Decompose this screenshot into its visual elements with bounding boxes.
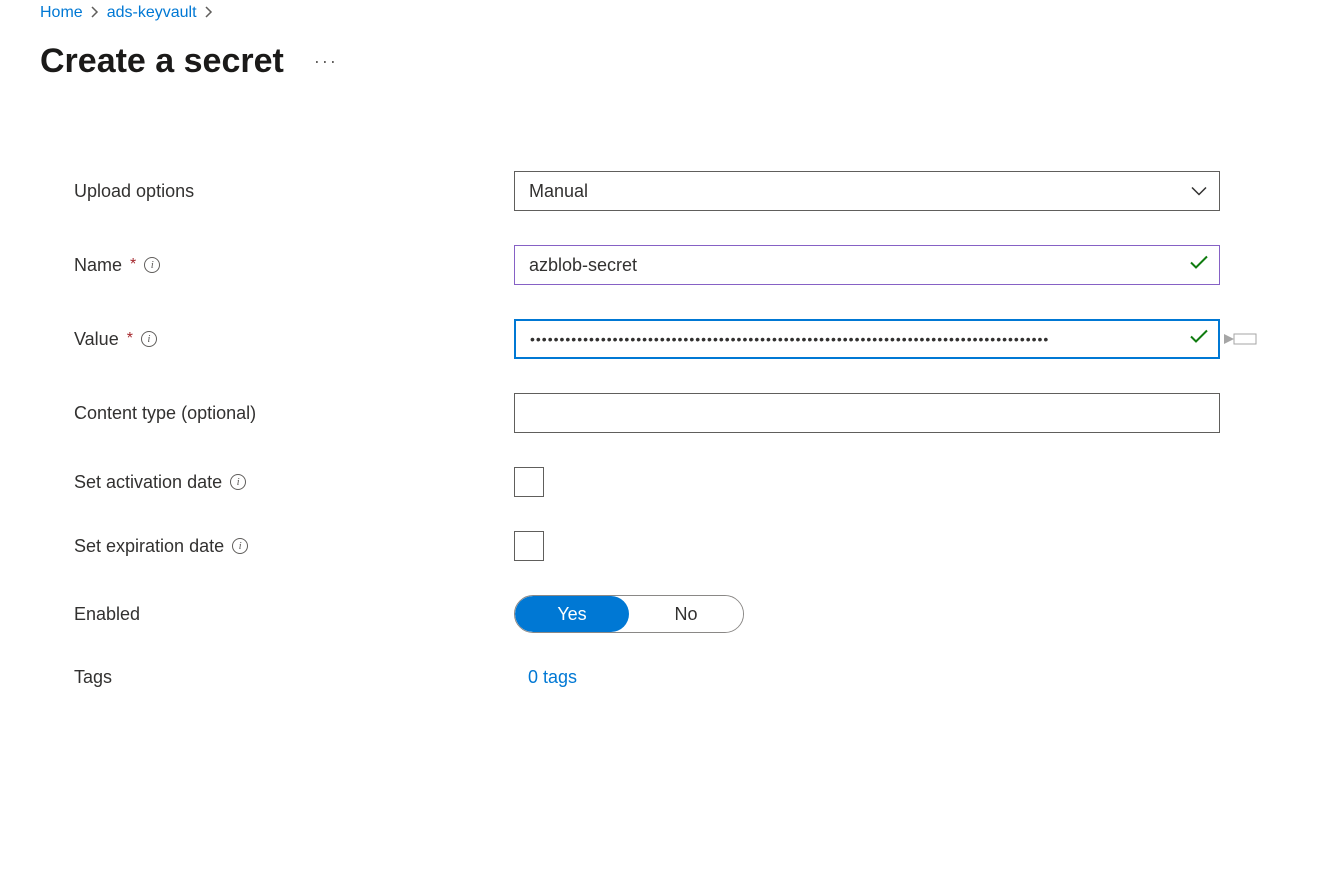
name-input[interactable] bbox=[514, 245, 1220, 285]
info-icon[interactable]: i bbox=[141, 331, 157, 347]
enabled-label: Enabled bbox=[74, 604, 140, 625]
info-icon[interactable]: i bbox=[144, 257, 160, 273]
upload-options-label: Upload options bbox=[74, 181, 194, 202]
arrow-left-icon bbox=[1224, 331, 1258, 347]
breadcrumb: Home ads-keyvault bbox=[40, 4, 1277, 22]
chevron-right-icon bbox=[205, 5, 213, 21]
activation-date-label: Set activation date bbox=[74, 472, 222, 493]
value-input[interactable] bbox=[514, 319, 1220, 359]
content-type-label: Content type (optional) bbox=[74, 403, 256, 424]
activation-date-checkbox[interactable] bbox=[514, 467, 544, 497]
chevron-right-icon bbox=[91, 5, 99, 21]
required-icon: * bbox=[130, 256, 136, 274]
breadcrumb-keyvault[interactable]: ads-keyvault bbox=[107, 4, 197, 22]
chevron-down-icon bbox=[1191, 181, 1207, 202]
name-label: Name bbox=[74, 255, 122, 276]
enabled-toggle: Yes No bbox=[514, 595, 744, 633]
enabled-no-button[interactable]: No bbox=[629, 596, 743, 632]
expiration-date-label: Set expiration date bbox=[74, 536, 224, 557]
expiration-date-checkbox[interactable] bbox=[514, 531, 544, 561]
tags-link[interactable]: 0 tags bbox=[514, 667, 577, 687]
info-icon[interactable]: i bbox=[230, 474, 246, 490]
tags-label: Tags bbox=[74, 667, 112, 688]
more-actions-button[interactable]: ··· bbox=[314, 51, 338, 72]
value-label: Value bbox=[74, 329, 119, 350]
info-icon[interactable]: i bbox=[232, 538, 248, 554]
enabled-yes-button[interactable]: Yes bbox=[515, 596, 629, 632]
required-icon: * bbox=[127, 330, 133, 348]
upload-options-select[interactable]: Manual bbox=[514, 171, 1220, 211]
page-title: Create a secret bbox=[40, 42, 284, 81]
breadcrumb-home[interactable]: Home bbox=[40, 4, 83, 22]
content-type-input[interactable] bbox=[514, 393, 1220, 433]
upload-options-value: Manual bbox=[529, 181, 588, 202]
